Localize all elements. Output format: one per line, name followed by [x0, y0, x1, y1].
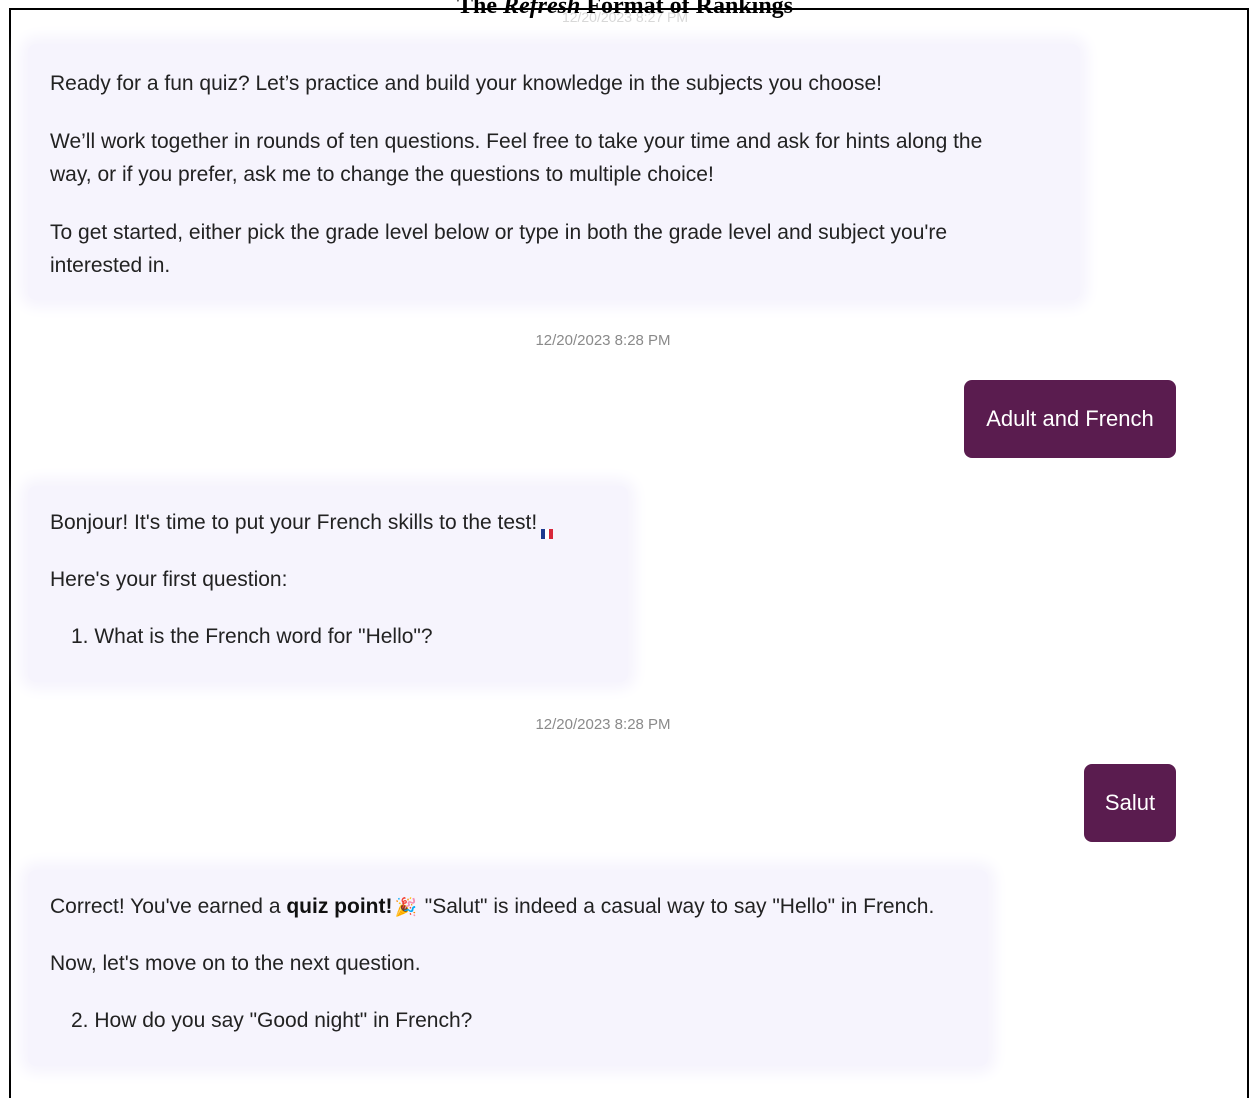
- user-message-text: Adult and French: [986, 406, 1154, 431]
- message-text: We’ll work together in rounds of ten que…: [50, 130, 983, 153]
- message-text: Ready for a fun quiz? Let’s practice and…: [50, 72, 882, 95]
- message-line: Bonjour! It's time to put your French sk…: [50, 506, 554, 540]
- message-text: interested in.: [50, 254, 171, 277]
- user-message-text: Salut: [1104, 790, 1156, 815]
- user-message-bubble: Salut: [1084, 764, 1176, 842]
- message-timestamp: 12/20/2023 8:28 PM: [535, 716, 671, 733]
- message-text: "Salut" is indeed a casual way to say "H…: [418, 895, 935, 918]
- party-popper-icon: 🎉: [394, 897, 417, 917]
- french-flag-icon: [541, 516, 554, 540]
- message-timestamp: 12/20/2023 8:28 PM: [535, 332, 671, 349]
- caption-part-3: Format of Rankings: [580, 0, 794, 19]
- figure-caption: The Refresh Format of Rankings: [0, 0, 1250, 18]
- message-text: Bonjour! It's time to put your French sk…: [50, 511, 538, 534]
- message-line: Correct! You've earned a quiz point! 🎉 "S…: [50, 890, 934, 924]
- bot-message-question-2: Correct! You've earned a quiz point! 🎉 "S…: [28, 870, 988, 1066]
- question-item: 2. How do you say "Good night" in French…: [71, 1009, 473, 1032]
- message-text: Correct! You've earned a: [50, 895, 287, 918]
- message-text: Now, let's move on to the next question.: [50, 952, 421, 975]
- bot-message-question-1: Bonjour! It's time to put your French sk…: [28, 486, 628, 682]
- message-text: way, or if you prefer, ask me to change …: [50, 163, 714, 186]
- user-message-bubble: Adult and French: [964, 380, 1176, 458]
- message-text: Here's your first question:: [50, 568, 288, 591]
- caption-part-2: Refresh: [503, 0, 581, 19]
- bot-message-welcome: Ready for a fun quiz? Let’s practice and…: [28, 44, 1080, 300]
- bold-text: quiz point!: [286, 895, 393, 918]
- question-item: 1. What is the French word for "Hello"?: [71, 625, 433, 648]
- caption-part-1: The: [456, 0, 503, 19]
- message-text: To get started, either pick the grade le…: [50, 221, 948, 244]
